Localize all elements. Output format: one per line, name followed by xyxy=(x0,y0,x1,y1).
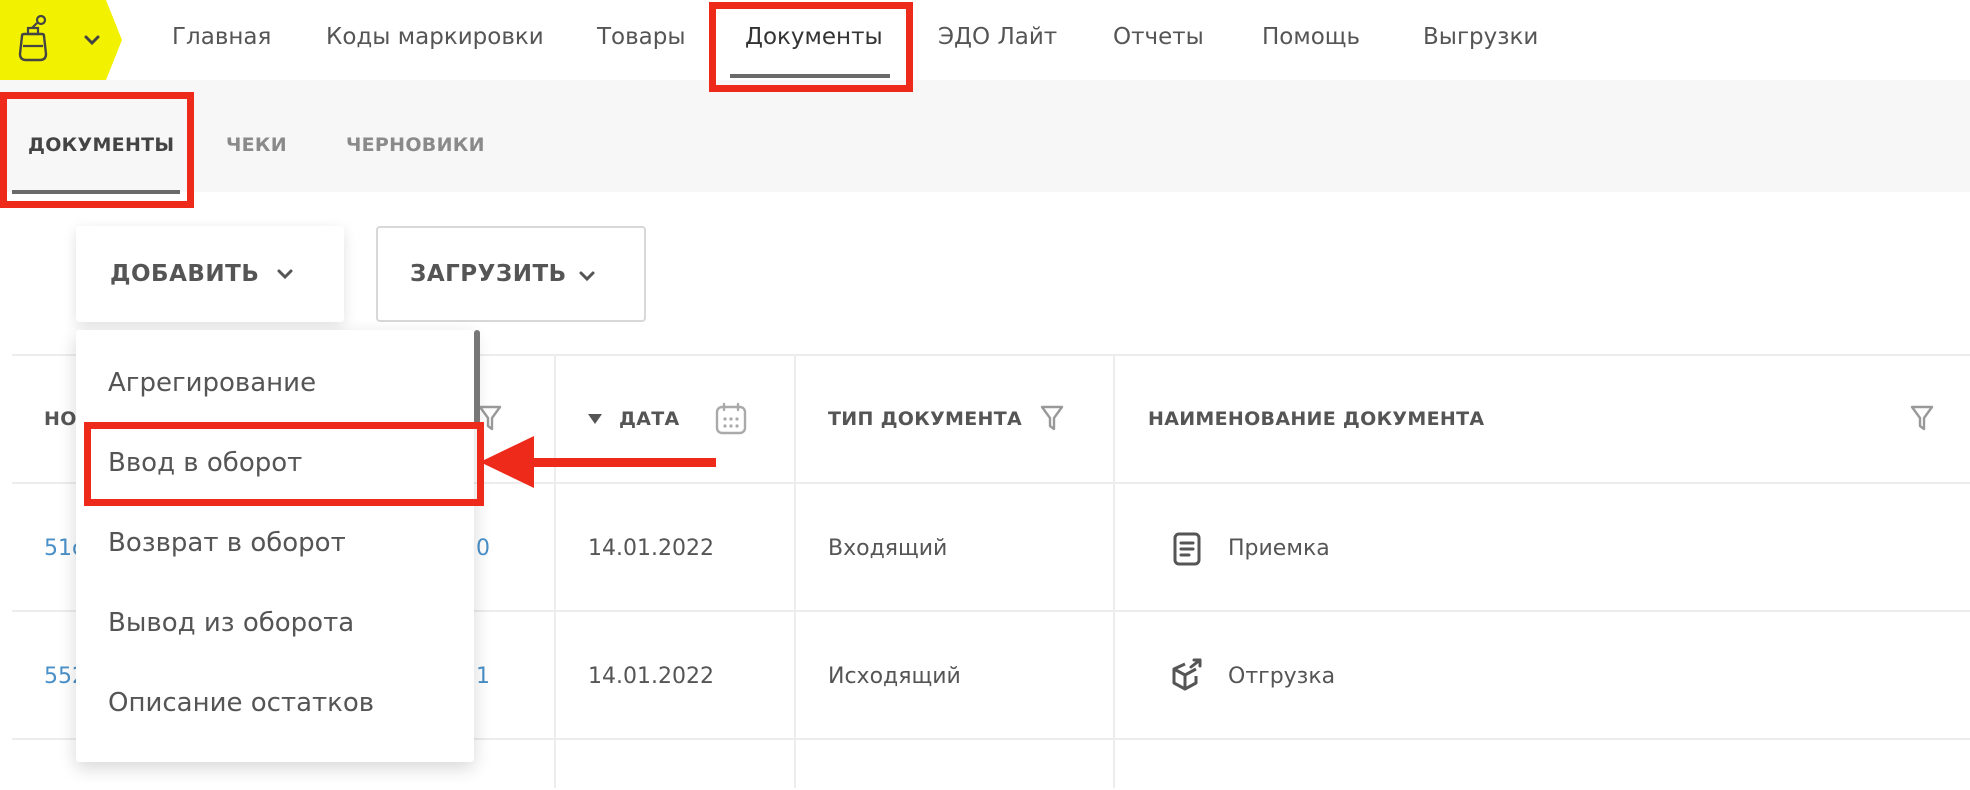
doc-date: 14.01.2022 xyxy=(588,664,714,689)
highlight-documents-tab xyxy=(0,92,194,208)
menu-item-withdraw-from-circulation[interactable]: Вывод из оборота xyxy=(108,608,354,638)
doc-number-link-tail[interactable]: 0 xyxy=(476,536,490,561)
nav-item-exports[interactable]: Выгрузки xyxy=(1423,24,1538,50)
box-export-icon xyxy=(1172,658,1202,691)
dropdown-scrollbar[interactable] xyxy=(474,330,480,428)
add-button[interactable]: ДОБАВИТЬ xyxy=(76,226,344,322)
column-header-doc-name[interactable]: НАИМЕНОВАНИЕ ДОКУМЕНТА xyxy=(1148,408,1484,430)
top-navigation: Главная Коды маркировки Товары Документы… xyxy=(0,0,1970,82)
app-logo[interactable] xyxy=(0,0,122,80)
nav-item-marking-codes[interactable]: Коды маркировки xyxy=(326,24,544,50)
nav-item-goods[interactable]: Товары xyxy=(597,24,686,50)
document-subtabs: ДОКУМЕНТЫ ЧЕКИ ЧЕРНОВИКИ xyxy=(0,80,1970,192)
calendar-icon[interactable] xyxy=(714,402,748,436)
column-header-date[interactable]: ДАТА xyxy=(619,408,680,430)
column-divider xyxy=(554,354,556,788)
nav-item-home[interactable]: Главная xyxy=(172,24,271,50)
column-divider xyxy=(1113,354,1115,788)
nav-item-edo-lite[interactable]: ЭДО Лайт xyxy=(938,24,1057,50)
column-header-doc-type[interactable]: ТИП ДОКУМЕНТА xyxy=(828,408,1022,430)
highlight-documents-nav xyxy=(709,2,913,92)
doc-type: Входящий xyxy=(828,536,948,561)
filter-icon[interactable] xyxy=(1040,404,1064,432)
add-dropdown-menu: Агрегирование Ввод в оборот Возврат в об… xyxy=(76,330,474,762)
nav-item-help[interactable]: Помощь xyxy=(1262,24,1360,50)
highlight-menu-item xyxy=(84,422,484,506)
doc-name: Приемка xyxy=(1228,536,1330,561)
red-arrow-annotation xyxy=(480,436,716,488)
tab-drafts[interactable]: ЧЕРНОВИКИ xyxy=(346,134,485,156)
nav-item-reports[interactable]: Отчеты xyxy=(1113,24,1204,50)
perfume-bottle-icon xyxy=(18,14,48,62)
doc-type: Исходящий xyxy=(828,664,961,689)
sort-desc-icon[interactable] xyxy=(587,412,603,426)
load-button-label: ЗАГРУЗИТЬ xyxy=(410,261,567,287)
doc-number-link-tail[interactable]: 1 xyxy=(476,664,490,689)
chevron-down-icon xyxy=(84,35,100,46)
doc-date: 14.01.2022 xyxy=(588,536,714,561)
doc-name: Отгрузка xyxy=(1228,664,1336,689)
menu-item-return-to-circulation[interactable]: Возврат в оборот xyxy=(108,528,346,558)
column-header-number[interactable]: НО xyxy=(44,408,77,430)
chevron-down-icon xyxy=(277,269,293,280)
menu-item-aggregation[interactable]: Агрегирование xyxy=(108,368,316,398)
filter-icon[interactable] xyxy=(1910,404,1934,432)
document-icon xyxy=(1173,532,1201,566)
add-button-label: ДОБАВИТЬ xyxy=(110,261,260,287)
menu-item-stock-description[interactable]: Описание остатков xyxy=(108,688,374,718)
column-divider xyxy=(794,354,796,788)
tab-receipts[interactable]: ЧЕКИ xyxy=(226,134,287,156)
chevron-down-icon xyxy=(579,271,595,282)
load-button[interactable]: ЗАГРУЗИТЬ xyxy=(376,226,646,322)
